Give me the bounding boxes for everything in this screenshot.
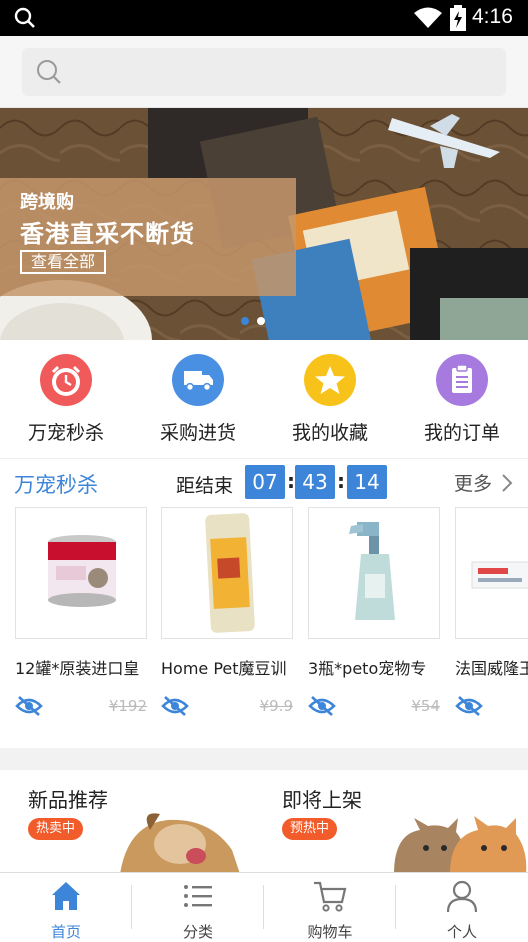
- promo-banner[interactable]: 跨境购 香港直采不断货 查看全部: [0, 108, 528, 340]
- menu-item-orders[interactable]: 我的订单: [396, 354, 528, 454]
- status-badge: 热卖中: [28, 818, 84, 840]
- eye-off-icon[interactable]: [455, 695, 483, 721]
- menu-label: 万宠秒杀: [27, 422, 104, 444]
- section-title: 即将上架: [282, 788, 362, 812]
- section-title: 新品推荐: [28, 788, 108, 812]
- status-bar: 4:16: [0, 0, 528, 36]
- star-icon: [304, 354, 356, 406]
- status-time: 4:16: [472, 5, 513, 28]
- countdown-colon: :: [337, 469, 345, 493]
- product-price: ¥192: [108, 697, 147, 715]
- alarm-clock-icon: [40, 354, 92, 406]
- wifi-icon: [413, 6, 443, 34]
- product-price: ¥9.9: [259, 697, 293, 715]
- section-title: 万宠秒杀: [14, 473, 98, 497]
- product-card[interactable]: 3瓶*peto宠物专 ¥54: [308, 507, 440, 717]
- battery-icon: [450, 5, 466, 35]
- home-icon: [48, 878, 84, 918]
- search-icon: [14, 7, 36, 33]
- countdown-seconds: 14: [347, 465, 387, 499]
- product-image[interactable]: [455, 507, 528, 639]
- menu-item-favorites[interactable]: 我的收藏: [264, 354, 396, 454]
- search-bar: [0, 36, 528, 108]
- countdown-hours: 07: [245, 465, 285, 499]
- bottom-tab-bar: 首页 分类 购物车 个人: [0, 872, 528, 941]
- eye-off-icon[interactable]: [308, 695, 336, 721]
- tab-profile[interactable]: 个人: [396, 873, 528, 941]
- search-input[interactable]: [22, 48, 506, 96]
- banner-dot[interactable]: [257, 317, 265, 325]
- quick-menu: 万宠秒杀 采购进货 我的收藏 我的订单: [0, 340, 528, 458]
- product-price: ¥54: [411, 697, 440, 715]
- coming-soon-card[interactable]: 即将上架 预热中: [254, 770, 527, 874]
- product-card[interactable]: 12罐*原装进口皇 ¥192: [15, 507, 147, 717]
- clipboard-icon: [436, 354, 488, 406]
- banner-title: 香港直采不断货: [20, 220, 195, 248]
- tab-label: 分类: [182, 923, 213, 941]
- tab-label: 购物车: [307, 923, 353, 941]
- section-divider: [0, 748, 528, 770]
- view-all-button[interactable]: 查看全部: [20, 250, 106, 274]
- cart-icon: [312, 878, 348, 918]
- eye-off-icon[interactable]: [15, 695, 43, 721]
- menu-item-flash-sale[interactable]: 万宠秒杀: [0, 354, 132, 454]
- truck-icon: [172, 354, 224, 406]
- product-name: 3瓶*peto宠物专: [308, 659, 427, 678]
- countdown-colon: :: [287, 469, 295, 493]
- product-image[interactable]: [15, 507, 147, 639]
- product-card[interactable]: Home Pet魔豆训 ¥9.9: [161, 507, 293, 717]
- banner-subtitle: 跨境购: [20, 192, 74, 213]
- menu-item-purchase[interactable]: 采购进货: [132, 354, 264, 454]
- product-name: 法国威隆王: [455, 659, 528, 678]
- flash-sale-section: 万宠秒杀 距结束 07 : 43 : 14 更多 12罐*原装进口皇 ¥192: [0, 458, 528, 748]
- status-badge: 预热中: [282, 818, 338, 840]
- product-image[interactable]: [161, 507, 293, 639]
- tab-label: 个人: [446, 923, 477, 941]
- product-image[interactable]: [308, 507, 440, 639]
- product-name: Home Pet魔豆训: [161, 659, 287, 678]
- banner-dot-active[interactable]: [241, 317, 249, 325]
- product-card[interactable]: 法国威隆王: [455, 507, 528, 717]
- menu-label: 采购进货: [159, 422, 236, 444]
- tab-category[interactable]: 分类: [132, 873, 264, 941]
- countdown-label: 距结束: [176, 475, 234, 497]
- menu-label: 我的订单: [423, 422, 500, 444]
- feature-sections: 新品推荐 热卖中 即将上架 预热中: [0, 770, 528, 874]
- countdown-minutes: 43: [295, 465, 335, 499]
- product-name: 12罐*原装进口皇: [15, 659, 140, 678]
- person-icon: [444, 878, 480, 918]
- new-arrivals-card[interactable]: 新品推荐 热卖中: [0, 770, 264, 874]
- tab-cart[interactable]: 购物车: [264, 873, 396, 941]
- tab-label: 首页: [50, 923, 81, 941]
- tab-home[interactable]: 首页: [0, 873, 132, 941]
- chevron-right-icon[interactable]: [500, 473, 514, 497]
- search-icon: [36, 59, 62, 89]
- list-icon: [180, 878, 216, 918]
- banner-promo-panel: 跨境购 香港直采不断货 查看全部: [0, 178, 296, 296]
- menu-label: 我的收藏: [291, 422, 368, 444]
- eye-off-icon[interactable]: [161, 695, 189, 721]
- more-link[interactable]: 更多: [454, 469, 492, 496]
